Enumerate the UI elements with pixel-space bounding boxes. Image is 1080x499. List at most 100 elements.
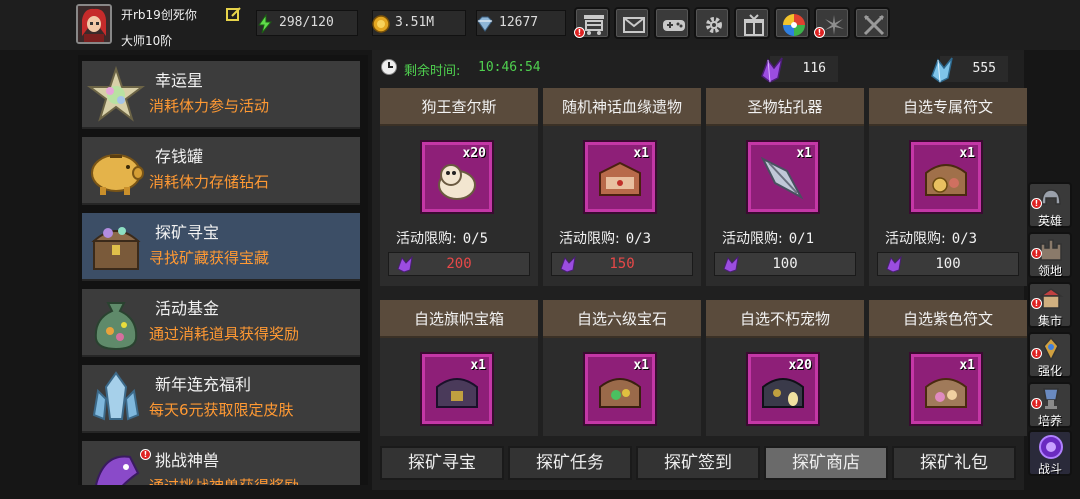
shop-item-card[interactable]: 狗王查尔斯 x20 活动限购: 0/5 200 — [380, 88, 538, 286]
item-name: 自选旗帜宝箱 — [380, 300, 538, 338]
time-remaining-label: 剩余时间: — [404, 64, 461, 79]
player-avatar[interactable] — [76, 4, 112, 44]
purple-crystal-icon — [560, 255, 576, 273]
blue-crystal-icon — [931, 57, 953, 83]
item-frame[interactable]: x1 — [422, 354, 492, 424]
beast-icon — [94, 455, 140, 485]
item-frame[interactable]: x1 — [585, 142, 655, 212]
limit-label: 活动限购: — [885, 231, 946, 247]
activity-description: 通过挑战神兽获得奖励 — [149, 475, 299, 485]
activity-title: 挑战神兽 — [155, 451, 220, 470]
treasure-chest-icon — [91, 227, 141, 270]
mail-button[interactable] — [614, 7, 650, 39]
item-name: 圣物钻孔器 — [706, 88, 864, 126]
item-price: 200 — [446, 256, 472, 272]
item-frame[interactable]: x20 — [422, 142, 492, 212]
notification-badge: ! — [1031, 398, 1042, 409]
shop-button[interactable]: ! — [574, 7, 610, 39]
side-button-battle[interactable]: 战斗 — [1028, 430, 1072, 476]
games-button[interactable] — [654, 7, 690, 39]
tab-mining-treasure[interactable]: 探矿寻宝 — [380, 446, 504, 480]
notification-badge: ! — [1031, 348, 1042, 359]
activity-title: 探矿寻宝 — [155, 223, 220, 242]
side-button-heroes[interactable]: ! 英雄 — [1028, 182, 1072, 228]
item-frame[interactable]: x20 — [748, 354, 818, 424]
purple-crystal-icon — [723, 255, 739, 273]
edit-name-icon[interactable] — [226, 6, 242, 22]
shop-item-card[interactable]: 自选紫色符文 x1 — [869, 300, 1027, 436]
activity-list[interactable]: 幸运星 消耗体力参与活动 存钱罐 消耗体力存储钻石 探矿寻宝 寻找矿藏获得宝藏 … — [78, 55, 368, 485]
shop-item-card[interactable]: 圣物钻孔器 x1 活动限购: 0/1 100 — [706, 88, 864, 286]
side-button-label: 集市 — [1037, 314, 1062, 328]
trophy-icon — [1043, 388, 1059, 409]
item-quantity: x1 — [470, 358, 486, 373]
player-rank: 大师10阶 — [121, 34, 173, 48]
side-button-territory[interactable]: ! 领地 — [1028, 232, 1072, 278]
shop-item-card[interactable]: 随机神话血缘遗物 x1 活动限购: 0/3 150 — [543, 88, 701, 286]
purchase-limit: 活动限购: 0/5 — [396, 228, 488, 248]
activity-fund[interactable]: 活动基金 通过消耗道具获得奖励 — [82, 289, 360, 357]
shop-item-card[interactable]: 自选不朽宠物 x20 — [706, 300, 864, 436]
side-button-label: 战斗 — [1037, 462, 1062, 476]
purchase-limit: 活动限购: 0/3 — [559, 228, 651, 248]
buy-button[interactable]: 150 — [551, 252, 693, 276]
notification-badge: ! — [1031, 198, 1042, 209]
side-button-cultivate[interactable]: ! 培养 — [1028, 382, 1072, 428]
diamond-icon — [477, 16, 493, 32]
piggy-bank-icon — [91, 154, 144, 195]
activity-piggy-bank[interactable]: 存钱罐 消耗体力存储钻石 — [82, 137, 360, 205]
item-quantity: x20 — [788, 358, 812, 373]
buy-button[interactable]: 100 — [877, 252, 1019, 276]
activity-new-year-recharge[interactable]: 新年连充福利 每天6元获取限定皮肤 — [82, 365, 360, 433]
settings-button[interactable] — [694, 7, 730, 39]
gift-button[interactable] — [734, 7, 770, 39]
item-frame[interactable]: x1 — [585, 354, 655, 424]
activity-lucky-star[interactable]: 幸运星 消耗体力参与活动 — [82, 61, 360, 129]
tab-mining-checkin[interactable]: 探矿签到 — [636, 446, 760, 480]
item-frame[interactable]: x1 — [911, 354, 981, 424]
shop-item-card[interactable]: 自选六级宝石 x1 — [543, 300, 701, 436]
blue-crystal-value: 555 — [972, 61, 996, 76]
stamina-counter[interactable]: 298/120 — [256, 10, 358, 36]
limit-value: 0/3 — [951, 231, 978, 247]
item-frame[interactable]: x1 — [911, 142, 981, 212]
crossed-swords-icon — [863, 14, 885, 36]
shop-item-card[interactable]: 自选旗帜宝箱 x1 — [380, 300, 538, 436]
tab-mining-tasks[interactable]: 探矿任务 — [508, 446, 632, 480]
item-price: 100 — [935, 256, 961, 272]
gem-counter[interactable]: 12677 — [476, 10, 566, 36]
side-button-enhance[interactable]: ! 强化 — [1028, 332, 1072, 378]
battle-button[interactable] — [854, 7, 890, 39]
gold-counter[interactable]: 3.51M — [372, 10, 466, 36]
side-button-market[interactable]: ! 集市 — [1028, 282, 1072, 328]
limit-label: 活动限购: — [396, 231, 457, 247]
activity-description: 消耗体力存储钻石 — [149, 173, 270, 191]
clock-icon — [381, 59, 397, 75]
activity-title: 幸运星 — [155, 71, 204, 90]
limit-value: 0/3 — [625, 231, 652, 247]
item-name: 自选紫色符文 — [869, 300, 1027, 338]
stamina-value: 298/120 — [279, 15, 334, 30]
gold-coin-icon — [372, 15, 390, 33]
item-quantity: x1 — [796, 146, 812, 161]
tab-mining-gift-pack[interactable]: 探矿礼包 — [892, 446, 1016, 480]
activity-challenge-beast[interactable]: ! 挑战神兽 通过挑战神兽获得奖励 — [82, 441, 360, 485]
activity-mining-treasure[interactable]: 探矿寻宝 寻找矿藏获得宝藏 — [82, 213, 360, 281]
item-frame[interactable]: x1 — [748, 142, 818, 212]
events-button[interactable]: ! — [814, 7, 850, 39]
lucky-star-icon — [87, 65, 145, 122]
item-name: 自选不朽宠物 — [706, 300, 864, 338]
gem-value: 12677 — [499, 15, 539, 30]
limit-value: 0/5 — [462, 231, 489, 247]
buy-button[interactable]: 100 — [714, 252, 856, 276]
buy-button[interactable]: 200 — [388, 252, 530, 276]
tab-mining-shop[interactable]: 探矿商店 — [764, 446, 888, 480]
item-price: 100 — [772, 256, 798, 272]
player-name: 开rb19创死你 — [121, 8, 197, 22]
purple-crystal-icon — [886, 255, 902, 273]
shop-item-card[interactable]: 自选专属符文 x1 活动限购: 0/3 100 — [869, 88, 1027, 286]
item-quantity: x1 — [959, 358, 975, 373]
limit-label: 活动限购: — [559, 231, 620, 247]
spin-wheel-button[interactable] — [774, 7, 810, 39]
market-stall-icon — [1038, 288, 1064, 309]
